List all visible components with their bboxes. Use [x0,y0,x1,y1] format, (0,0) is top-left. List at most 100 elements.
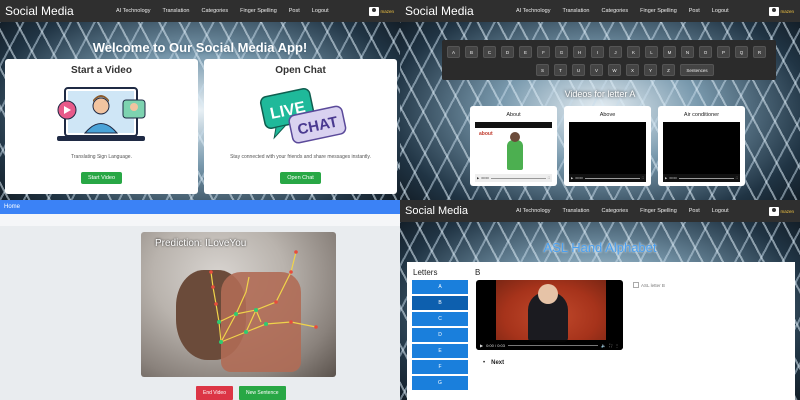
nav-link-post[interactable]: Post [683,208,706,214]
letter-key-f[interactable]: F [537,46,550,58]
seek-bar[interactable] [507,344,599,346]
letter-key-e[interactable]: E [519,46,532,58]
letter-key-p[interactable]: P [717,46,730,58]
nav-link-finger-spelling[interactable]: Finger Spelling [634,8,683,14]
letter-key-k[interactable]: K [627,46,640,58]
video-card-air-conditioner: Air conditioner ▶ 00:00 ⛶ [658,106,745,186]
letter-button-e[interactable]: E [412,344,468,358]
user-menu[interactable]: mazen [369,6,394,16]
letter-key-x[interactable]: X [626,64,639,76]
nav-link-ai[interactable]: AI Technology [510,8,556,14]
letter-key-m[interactable]: M [663,46,676,58]
open-chat-button[interactable]: Open Chat [280,172,321,184]
nav-link-translation[interactable]: Translation [556,208,595,214]
navbar: Social Media AI Technology Translation C… [0,0,400,22]
broken-image-icon [633,282,639,288]
seek-bar[interactable] [678,177,734,179]
start-video-button[interactable]: Start Video [80,172,123,184]
play-icon[interactable]: ▶ [571,176,573,180]
letter-button-c[interactable]: C [412,312,468,326]
nav-link-logout[interactable]: Logout [306,8,335,14]
volume-icon[interactable]: 🔈 [601,343,606,348]
nav-link-post[interactable]: Post [283,8,306,14]
user-menu[interactable]: mazen [769,6,794,16]
brand-logo[interactable]: Social Media [400,205,510,217]
letter-button-f[interactable]: F [412,360,468,374]
video-controls[interactable]: ▶ 00:00 ⛶ [569,174,646,182]
letter-key-l[interactable]: L [645,46,658,58]
nav-link-post[interactable]: Post [683,8,706,14]
letter-button-d[interactable]: D [412,328,468,342]
play-icon[interactable]: ▶ [665,176,667,180]
fullscreen-icon[interactable]: ⛶ [548,176,550,180]
letter-key-u[interactable]: U [572,64,585,76]
nav-link-finger-spelling[interactable]: Finger Spelling [234,8,283,14]
letter-key-g[interactable]: G [555,46,568,58]
letter-key-sentences[interactable]: Sentences [680,64,714,76]
start-video-card: Start a Video Translating Sign Language.… [5,59,198,194]
letter-key-i[interactable]: I [591,46,604,58]
end-video-button[interactable]: End Video [196,386,233,400]
seek-bar[interactable] [490,177,546,179]
letter-key-r[interactable]: R [753,46,766,58]
nav-link-categories[interactable]: Categories [595,208,634,214]
fullscreen-icon[interactable]: ⛶ [609,343,612,348]
nav-link-ai[interactable]: AI Technology [510,208,556,214]
video-controls[interactable]: ▶ 0:00 / 0:03 🔈 ⛶ ⋮ [476,340,623,350]
user-menu[interactable]: mazen [769,206,794,216]
letter-key-b[interactable]: B [465,46,478,58]
video-controls[interactable]: ▶ 00:00 ⛶ [475,174,552,182]
letter-key-w[interactable]: W [608,64,621,76]
nav-link-categories[interactable]: Categories [195,8,234,14]
nav-link-logout[interactable]: Logout [706,208,735,214]
play-icon[interactable]: ▶ [477,176,479,180]
more-options-icon[interactable]: ⋮ [615,343,619,348]
next-link[interactable]: • Next [483,360,504,366]
nav-link-translation[interactable]: Translation [156,8,195,14]
video-player[interactable]: about ▶ 00:00 ⛶ [475,122,552,182]
letter-key-h[interactable]: H [573,46,586,58]
video-player[interactable]: ▶ 00:00 ⛶ [663,122,740,182]
letter-button-g[interactable]: G [412,376,468,390]
nav-link-ai[interactable]: AI Technology [110,8,156,14]
top-bar: Home [0,200,400,214]
videos-title: Videos for letter A [564,89,636,99]
video-controls[interactable]: ▶ 00:00 ⛶ [663,174,740,182]
brand-logo[interactable]: Social Media [400,4,510,18]
video-player[interactable]: ▶ 00:00 ⛶ [569,122,646,182]
letter-key-j[interactable]: J [609,46,622,58]
letter-key-o[interactable]: O [699,46,712,58]
page-title: ASL Hand Alphabet [543,240,657,255]
letter-key-q[interactable]: Q [735,46,748,58]
letter-key-v[interactable]: V [590,64,603,76]
next-label: Next [491,360,505,366]
nav-link-logout[interactable]: Logout [706,8,735,14]
video-time: 00:00 [481,176,489,180]
fullscreen-icon[interactable]: ⛶ [642,176,644,180]
letter-key-y[interactable]: Y [644,64,657,76]
letter-key-a[interactable]: A [447,46,460,58]
play-icon[interactable]: ▶ [480,343,483,348]
video-label: Above [599,112,616,118]
nav-link-categories[interactable]: Categories [595,8,634,14]
home-link[interactable]: Home [4,204,20,210]
prediction-label: Prediction: ILoveYou [155,238,247,249]
nav-links: AI Technology Translation Categories Fin… [510,208,769,214]
letter-key-d[interactable]: D [501,46,514,58]
letter-button-a[interactable]: A [412,280,468,294]
new-sentence-button[interactable]: New Sentence [238,386,286,400]
seek-bar[interactable] [584,177,640,179]
brand-logo[interactable]: Social Media [0,4,110,18]
letter-key-c[interactable]: C [483,46,496,58]
letter-key-t[interactable]: T [554,64,567,76]
letter-video-player[interactable]: ▶ 0:00 / 0:03 🔈 ⛶ ⋮ [476,280,623,350]
video-call-panel: Home Prediction: ILoveYou End Video New … [0,200,400,400]
fullscreen-icon[interactable]: ⛶ [736,176,738,180]
nav-link-translation[interactable]: Translation [556,8,595,14]
letter-key-n[interactable]: N [681,46,694,58]
nav-link-finger-spelling[interactable]: Finger Spelling [634,208,683,214]
letter-button-b[interactable]: B [412,296,468,310]
letter-key-s[interactable]: S [536,64,549,76]
letter-key-z[interactable]: Z [662,64,675,76]
keyboard-row-1: ABCDEFGHIJKLMNOPQR [447,46,766,58]
